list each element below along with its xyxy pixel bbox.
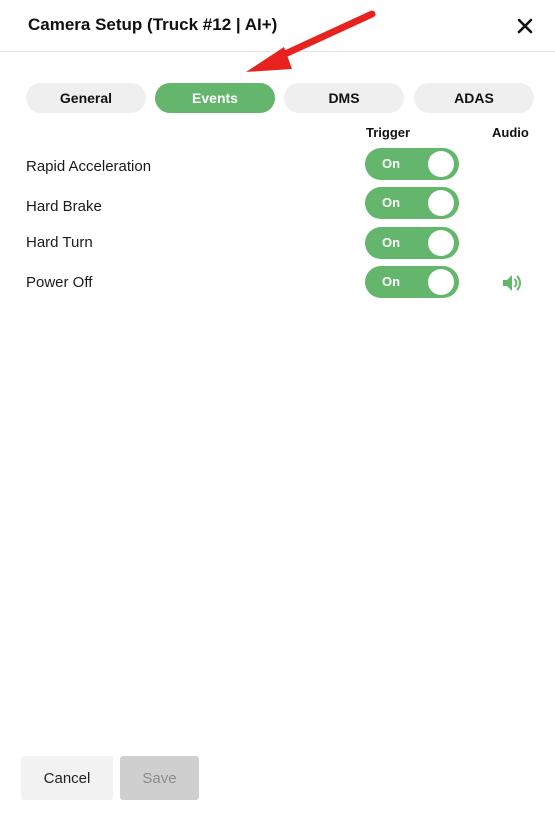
event-label-power-off: Power Off (26, 274, 93, 291)
close-icon (517, 18, 533, 34)
toggle-knob (428, 151, 454, 177)
toggle-state-label: On (382, 156, 401, 171)
tab-events[interactable]: Events (155, 83, 275, 113)
dialog-header: Camera Setup (Truck #12 | AI+) (0, 0, 555, 52)
hard-brake-trigger-toggle[interactable]: On (365, 187, 459, 219)
dialog-title: Camera Setup (Truck #12 | AI+) (28, 15, 278, 34)
toggle-knob (428, 230, 454, 256)
tab-adas[interactable]: ADAS (414, 83, 534, 113)
speaker-icon (503, 275, 521, 291)
toggle-state-label: On (382, 195, 401, 210)
audio-column-header: Audio (492, 125, 529, 140)
toggle-knob (428, 269, 454, 295)
toggle-state-label: On (382, 235, 401, 250)
power-off-audio-button[interactable] (502, 273, 524, 293)
power-off-trigger-toggle[interactable]: On (365, 266, 459, 298)
save-button[interactable]: Save (120, 756, 199, 800)
event-label-rapid-acceleration: Rapid Acceleration (26, 158, 152, 175)
toggle-state-label: On (382, 274, 401, 289)
event-label-hard-brake: Hard Brake (26, 198, 102, 215)
tab-general[interactable]: General (26, 83, 146, 113)
toggle-knob (428, 190, 454, 216)
hard-turn-trigger-toggle[interactable]: On (365, 227, 459, 259)
trigger-column-header: Trigger (366, 125, 411, 140)
tab-bar: General Events DMS ADAS (26, 83, 536, 113)
cancel-button[interactable]: Cancel (21, 756, 113, 800)
event-label-hard-turn: Hard Turn (26, 234, 93, 251)
tab-dms[interactable]: DMS (284, 83, 404, 113)
close-button[interactable] (512, 13, 538, 39)
rapid-acceleration-trigger-toggle[interactable]: On (365, 148, 459, 180)
